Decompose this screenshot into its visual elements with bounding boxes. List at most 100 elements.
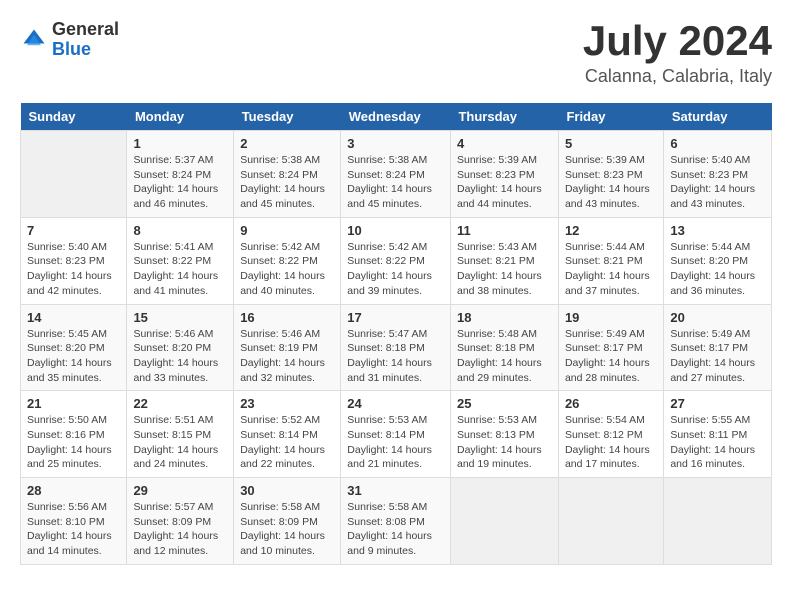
day-number: 17: [347, 310, 444, 325]
calendar-header: SundayMondayTuesdayWednesdayThursdayFrid…: [21, 103, 772, 131]
calendar-cell: 22Sunrise: 5:51 AM Sunset: 8:15 PM Dayli…: [127, 391, 234, 478]
day-number: 6: [670, 136, 765, 151]
day-number: 23: [240, 396, 334, 411]
day-number: 14: [27, 310, 120, 325]
day-info: Sunrise: 5:56 AM Sunset: 8:10 PM Dayligh…: [27, 500, 120, 559]
calendar-cell: 15 Sunrise: 5:46 AM Sunset: 8:20 PM Dayli…: [127, 304, 234, 391]
weekday-header-sunday: Sunday: [21, 103, 127, 131]
calendar-cell: 6 Sunrise: 5:40 AM Sunset: 8:23 PM Daylig…: [664, 131, 772, 218]
day-number: 28: [27, 483, 120, 498]
day-number: 21: [27, 396, 120, 411]
weekday-header-monday: Monday: [127, 103, 234, 131]
day-number: 26: [565, 396, 657, 411]
day-info: Sunrise: 5:44 AM Sunset: 8:20 PM Dayligh…: [670, 240, 765, 299]
location-subtitle: Calanna, Calabria, Italy: [583, 66, 772, 87]
page-title: July 2024: [583, 20, 772, 62]
day-info: Sunrise: 5:42 AM Sunset: 8:22 PM Dayligh…: [347, 240, 444, 299]
calendar-cell: [450, 478, 558, 565]
day-number: 18: [457, 310, 552, 325]
day-info: Sunrise: 5:40 AM Sunset: 8:23 PM Dayligh…: [670, 153, 765, 212]
day-number: 27: [670, 396, 765, 411]
day-number: 11: [457, 223, 552, 238]
calendar-cell: 19 Sunrise: 5:49 AM Sunset: 8:17 PM Dayli…: [558, 304, 663, 391]
calendar-cell: 9 Sunrise: 5:42 AM Sunset: 8:22 PM Daylig…: [234, 217, 341, 304]
day-number: 15: [133, 310, 227, 325]
calendar-cell: [664, 478, 772, 565]
calendar-cell: 2 Sunrise: 5:38 AM Sunset: 8:24 PM Daylig…: [234, 131, 341, 218]
calendar-cell: 25Sunrise: 5:53 AM Sunset: 8:13 PM Dayli…: [450, 391, 558, 478]
day-info: Sunrise: 5:45 AM Sunset: 8:20 PM Dayligh…: [27, 327, 120, 386]
day-number: 20: [670, 310, 765, 325]
day-info: Sunrise: 5:38 AM Sunset: 8:24 PM Dayligh…: [240, 153, 334, 212]
logo-icon: [20, 26, 48, 54]
title-section: July 2024 Calanna, Calabria, Italy: [583, 20, 772, 87]
weekday-header-tuesday: Tuesday: [234, 103, 341, 131]
calendar-cell: 7Sunrise: 5:40 AM Sunset: 8:23 PM Daylig…: [21, 217, 127, 304]
week-row-1: 7Sunrise: 5:40 AM Sunset: 8:23 PM Daylig…: [21, 217, 772, 304]
calendar-cell: [558, 478, 663, 565]
calendar-cell: 12 Sunrise: 5:44 AM Sunset: 8:21 PM Dayli…: [558, 217, 663, 304]
day-info: Sunrise: 5:42 AM Sunset: 8:22 PM Dayligh…: [240, 240, 334, 299]
day-number: 9: [240, 223, 334, 238]
header: General Blue July 2024 Calanna, Calabria…: [20, 20, 772, 87]
day-number: 25: [457, 396, 552, 411]
weekday-header-thursday: Thursday: [450, 103, 558, 131]
calendar-cell: 31 Sunrise: 5:58 AM Sunset: 8:08 PM Dayli…: [341, 478, 451, 565]
calendar-table: SundayMondayTuesdayWednesdayThursdayFrid…: [20, 103, 772, 565]
day-info: Sunrise: 5:52 AM Sunset: 8:14 PM Dayligh…: [240, 413, 334, 472]
week-row-0: 1Sunrise: 5:37 AM Sunset: 8:24 PM Daylig…: [21, 131, 772, 218]
day-number: 8: [133, 223, 227, 238]
day-info: Sunrise: 5:55 AM Sunset: 8:11 PM Dayligh…: [670, 413, 765, 472]
calendar-cell: 23 Sunrise: 5:52 AM Sunset: 8:14 PM Dayli…: [234, 391, 341, 478]
day-info: Sunrise: 5:58 AM Sunset: 8:09 PM Dayligh…: [240, 500, 334, 559]
day-number: 4: [457, 136, 552, 151]
logo-text: General Blue: [52, 20, 119, 60]
day-number: 7: [27, 223, 120, 238]
weekday-header-friday: Friday: [558, 103, 663, 131]
day-number: 12: [565, 223, 657, 238]
calendar-cell: 16Sunrise: 5:46 AM Sunset: 8:19 PM Dayli…: [234, 304, 341, 391]
calendar-cell: 18Sunrise: 5:48 AM Sunset: 8:18 PM Dayli…: [450, 304, 558, 391]
day-number: 29: [133, 483, 227, 498]
calendar-cell: 5 Sunrise: 5:39 AM Sunset: 8:23 PM Daylig…: [558, 131, 663, 218]
day-number: 31: [347, 483, 444, 498]
day-number: 1: [133, 136, 227, 151]
weekday-header-saturday: Saturday: [664, 103, 772, 131]
day-info: Sunrise: 5:39 AM Sunset: 8:23 PM Dayligh…: [457, 153, 552, 212]
calendar-cell: 13Sunrise: 5:44 AM Sunset: 8:20 PM Dayli…: [664, 217, 772, 304]
calendar-cell: 24Sunrise: 5:53 AM Sunset: 8:14 PM Dayli…: [341, 391, 451, 478]
logo-general-text: General: [52, 20, 119, 40]
logo: General Blue: [20, 20, 119, 60]
weekday-header-wednesday: Wednesday: [341, 103, 451, 131]
day-number: 3: [347, 136, 444, 151]
week-row-2: 14 Sunrise: 5:45 AM Sunset: 8:20 PM Dayli…: [21, 304, 772, 391]
day-info: Sunrise: 5:58 AM Sunset: 8:08 PM Dayligh…: [347, 500, 444, 559]
day-number: 2: [240, 136, 334, 151]
day-info: Sunrise: 5:38 AM Sunset: 8:24 PM Dayligh…: [347, 153, 444, 212]
day-number: 16: [240, 310, 334, 325]
calendar-cell: 21Sunrise: 5:50 AM Sunset: 8:16 PM Dayli…: [21, 391, 127, 478]
calendar-cell: 8 Sunrise: 5:41 AM Sunset: 8:22 PM Daylig…: [127, 217, 234, 304]
day-info: Sunrise: 5:46 AM Sunset: 8:20 PM Dayligh…: [133, 327, 227, 386]
day-info: Sunrise: 5:41 AM Sunset: 8:22 PM Dayligh…: [133, 240, 227, 299]
day-info: Sunrise: 5:39 AM Sunset: 8:23 PM Dayligh…: [565, 153, 657, 212]
day-info: Sunrise: 5:53 AM Sunset: 8:14 PM Dayligh…: [347, 413, 444, 472]
calendar-cell: 14 Sunrise: 5:45 AM Sunset: 8:20 PM Dayli…: [21, 304, 127, 391]
calendar-cell: 10Sunrise: 5:42 AM Sunset: 8:22 PM Dayli…: [341, 217, 451, 304]
day-number: 19: [565, 310, 657, 325]
day-info: Sunrise: 5:49 AM Sunset: 8:17 PM Dayligh…: [565, 327, 657, 386]
day-info: Sunrise: 5:51 AM Sunset: 8:15 PM Dayligh…: [133, 413, 227, 472]
calendar-cell: 27 Sunrise: 5:55 AM Sunset: 8:11 PM Dayli…: [664, 391, 772, 478]
week-row-3: 21Sunrise: 5:50 AM Sunset: 8:16 PM Dayli…: [21, 391, 772, 478]
day-info: Sunrise: 5:43 AM Sunset: 8:21 PM Dayligh…: [457, 240, 552, 299]
weekday-header-row: SundayMondayTuesdayWednesdayThursdayFrid…: [21, 103, 772, 131]
day-number: 5: [565, 136, 657, 151]
calendar-body: 1Sunrise: 5:37 AM Sunset: 8:24 PM Daylig…: [21, 131, 772, 565]
calendar-cell: [21, 131, 127, 218]
calendar-cell: 3 Sunrise: 5:38 AM Sunset: 8:24 PM Daylig…: [341, 131, 451, 218]
day-number: 30: [240, 483, 334, 498]
day-info: Sunrise: 5:44 AM Sunset: 8:21 PM Dayligh…: [565, 240, 657, 299]
week-row-4: 28 Sunrise: 5:56 AM Sunset: 8:10 PM Dayli…: [21, 478, 772, 565]
calendar-cell: 17Sunrise: 5:47 AM Sunset: 8:18 PM Dayli…: [341, 304, 451, 391]
calendar-cell: 4 Sunrise: 5:39 AM Sunset: 8:23 PM Daylig…: [450, 131, 558, 218]
